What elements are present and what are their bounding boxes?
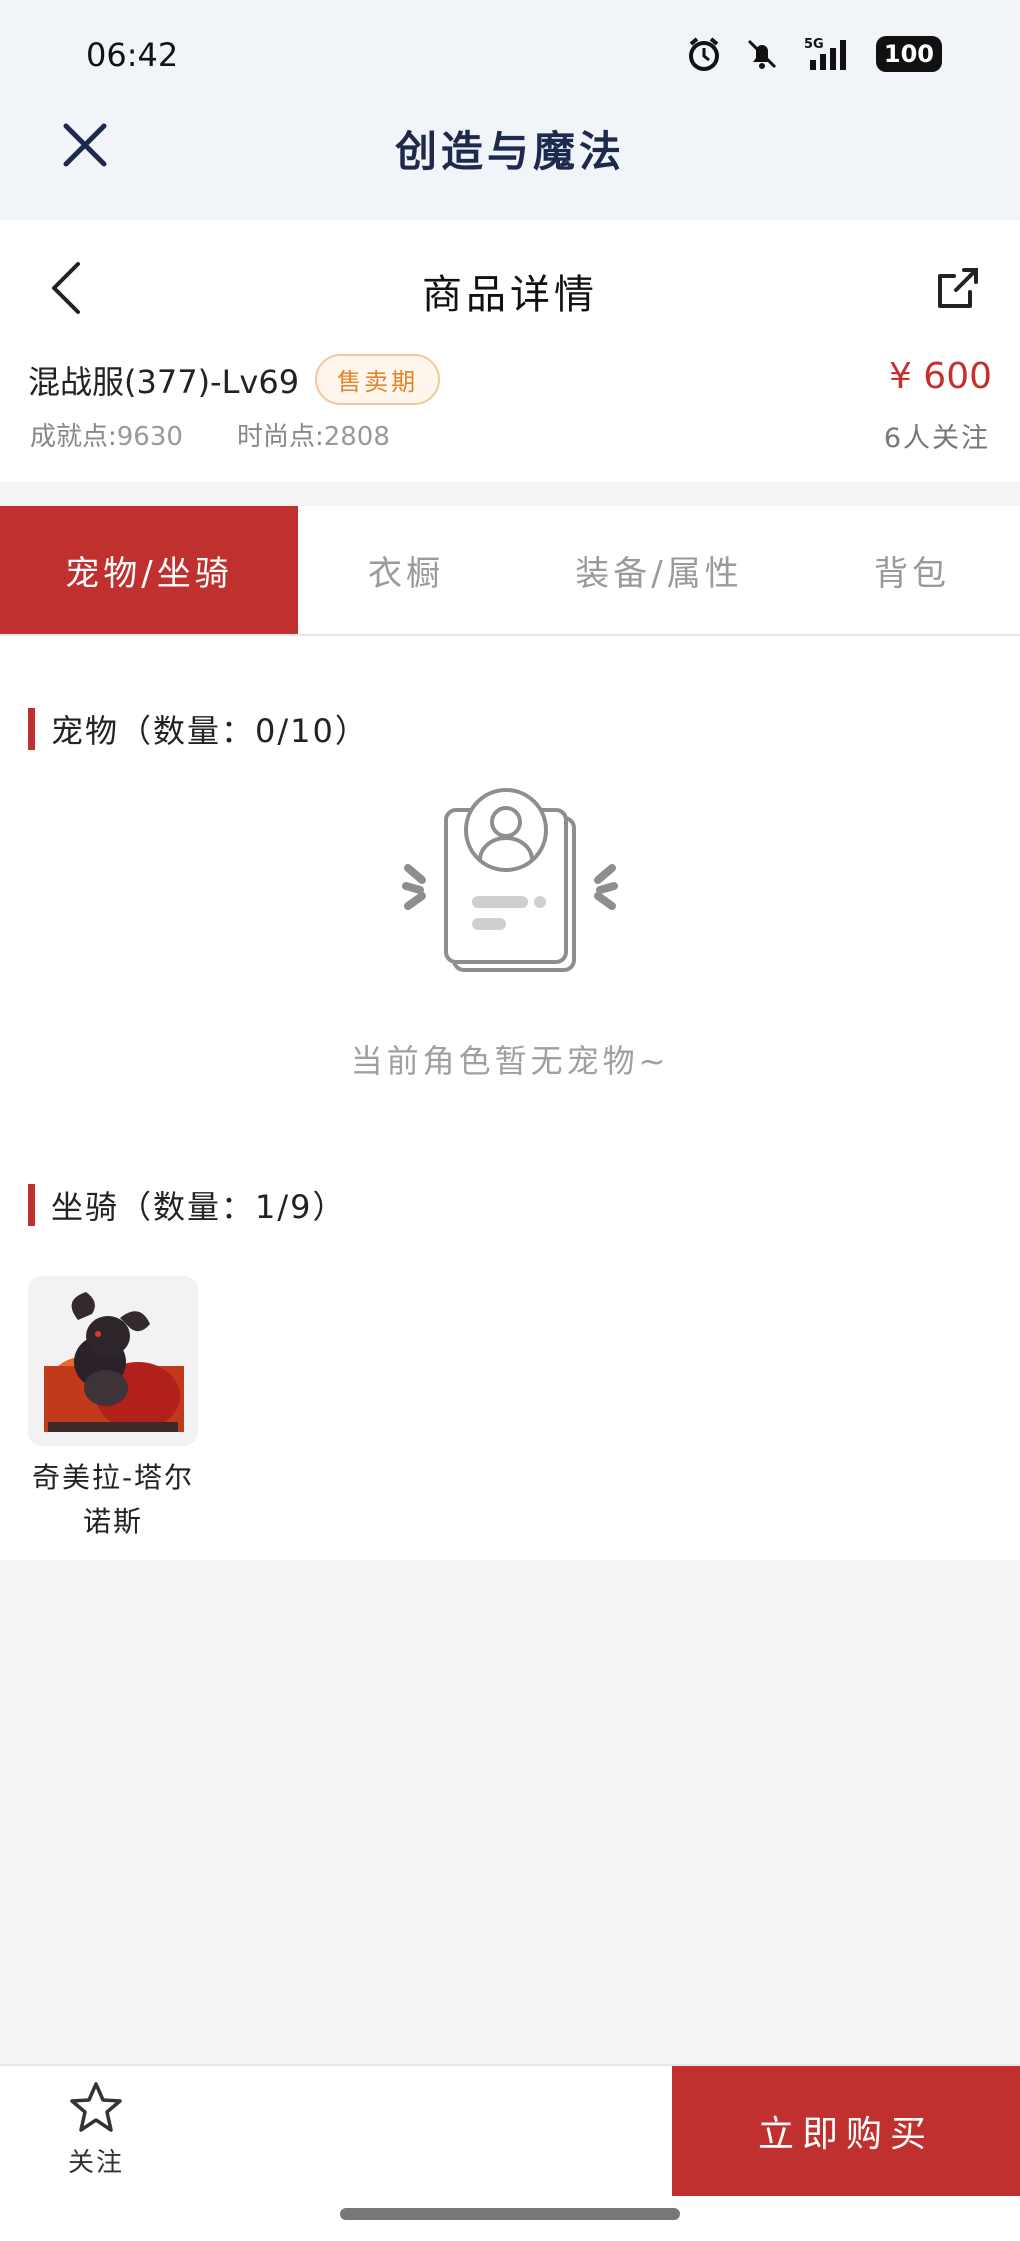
achievement-value: 9630 <box>116 422 183 452</box>
follower-count: 6人关注 <box>883 423 990 454</box>
star-icon <box>68 2082 124 2140</box>
section-accent-bar <box>28 708 35 750</box>
fashion-points: 时尚点:2808 <box>237 416 390 453</box>
app-title: 创造与魔法 <box>394 127 625 176</box>
mount-item[interactable]: 奇美拉-塔尔诺斯 <box>28 1276 198 1544</box>
signal-icon: 5G <box>802 36 854 72</box>
sale-status-badge: 售卖期 <box>315 354 441 405</box>
share-icon[interactable] <box>934 264 982 312</box>
product-price: ¥ 600 <box>888 356 992 397</box>
fashion-value: 2808 <box>323 422 390 452</box>
section-accent-bar <box>28 1184 35 1226</box>
empty-profile-icon <box>396 788 624 978</box>
alarm-icon <box>686 36 722 72</box>
mounts-section-title: 坐骑（数量：1/9） <box>51 1188 347 1226</box>
tab-pets-mounts[interactable]: 宠物/坐骑 <box>0 506 298 634</box>
tab-backpack[interactable]: 背包 <box>804 506 1020 634</box>
mount-name: 奇美拉-塔尔诺斯 <box>31 1461 195 1538</box>
mute-bell-icon <box>744 36 780 72</box>
tab-equipment-attributes[interactable]: 装备/属性 <box>514 506 804 634</box>
page-title: 商品详情 <box>422 272 598 318</box>
product-stats: 成就点:9630 时尚点:2808 <box>30 416 390 453</box>
status-time: 06:42 <box>86 36 179 74</box>
detail-tabs: 宠物/坐骑 衣橱 装备/属性 背包 <box>0 506 1020 636</box>
follow-button[interactable]: 关注 <box>56 2080 136 2179</box>
product-header: 商品详情 混战服(377)-Lv69 售卖期 ¥ 600 成就点:9630 时尚… <box>0 220 1020 482</box>
tab-wardrobe[interactable]: 衣橱 <box>298 506 514 634</box>
achievement-label: 成就点: <box>30 422 117 452</box>
pets-section-title: 宠物（数量：0/10） <box>51 712 369 750</box>
mounts-section-header: 坐骑（数量：1/9） <box>28 1182 347 1228</box>
mount-thumbnail-image <box>28 1276 198 1446</box>
svg-text:5G: 5G <box>804 37 824 52</box>
product-name-row: 混战服(377)-Lv69 售卖期 <box>28 354 441 405</box>
achievement-points: 成就点:9630 <box>30 416 183 453</box>
tab-content: 宠物（数量：0/10） 当前角色暂无宠物~ 坐骑（数量：1/9） 奇美拉-塔尔诺… <box>0 636 1020 1560</box>
app-header-area: 06:42 5G 100 创造与魔法 <box>0 0 1020 220</box>
follow-label: 关注 <box>67 2148 124 2178</box>
fashion-label: 时尚点: <box>236 422 324 452</box>
pets-section-header: 宠物（数量：0/10） <box>28 706 369 752</box>
pets-empty-message: 当前角色暂无宠物~ <box>350 1042 670 1080</box>
status-icons: 5G 100 <box>686 36 942 72</box>
product-name: 混战服(377)-Lv69 <box>28 362 300 401</box>
buy-now-button[interactable]: 立即购买 <box>672 2066 1020 2196</box>
home-indicator[interactable] <box>340 2208 680 2220</box>
battery-icon: 100 <box>875 36 942 72</box>
